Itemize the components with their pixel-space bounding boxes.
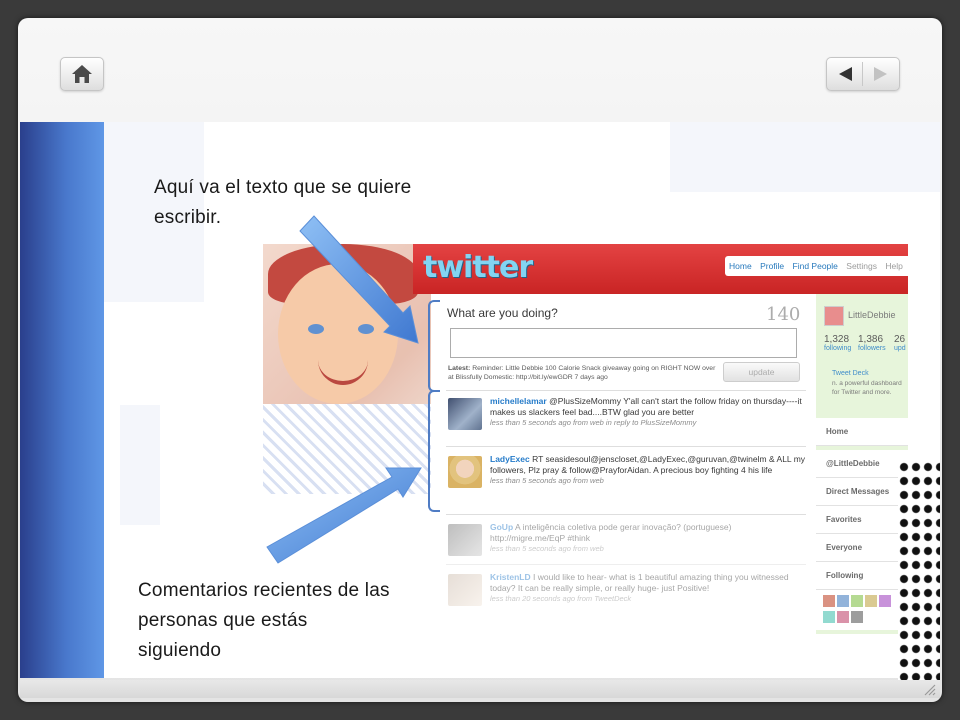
avatar[interactable] [448,524,482,556]
sidebar-nav-direct-messages[interactable]: Direct Messages [816,478,908,506]
input-bracket [428,300,440,392]
callout-bottom-line: Comentarios recientes de las [138,580,390,601]
tweet-user[interactable]: michellelamar [490,396,547,406]
home-icon [72,65,92,83]
status-input[interactable] [450,328,797,358]
sidebar-nav-everyone[interactable]: Everyone [816,534,908,562]
sidebar-nav-following[interactable]: Following [816,562,908,590]
tweet-user[interactable]: LadyExec [490,454,530,464]
sidebar-nav-mentions[interactable]: @LittleDebbie [816,450,908,478]
tweet-user[interactable]: KristenLD [490,572,531,582]
nav-find-people[interactable]: Find People [793,261,838,271]
following-count: 1,328 [824,334,850,345]
ad-text: n. a powerful dashboard for Twitter and … [832,380,902,396]
mascot-image [263,244,431,494]
latest-text: Reminder: Little Debbie 100 Calorie Snac… [448,365,716,381]
callout-top-line: Aquí va el texto que se quiere [154,177,412,198]
nav-home[interactable]: Home [729,261,752,271]
avatar[interactable] [851,595,863,607]
tweet-text: I would like to hear- what is 1 beautifu… [490,572,789,593]
decor-block [670,122,940,192]
resize-grip-icon[interactable] [922,682,936,696]
mascot-eye [308,324,324,334]
char-counter: 140 [766,304,801,325]
tweets-bracket [428,390,440,512]
tweet-text: A inteligência coletiva pode gerar inova… [490,522,732,543]
updates-stat[interactable]: 26 upd [894,334,906,352]
update-button[interactable]: update [723,362,800,382]
tweet-meta: less than 5 seconds ago from web in repl… [490,418,697,427]
sidebar-nav-favorites[interactable]: Favorites [816,506,908,534]
profile-name[interactable]: LittleDebbie [848,310,896,320]
callout-top-line: escribir. [154,207,222,228]
following-stat[interactable]: 1,328 following [824,334,851,352]
callout-bottom-line: siguiendo [138,640,222,661]
nav-arrows [826,57,900,91]
divider [446,446,806,447]
latest-label: Latest: [448,365,471,372]
followers-label: followers [858,345,886,352]
next-arrow-icon[interactable] [863,58,899,90]
following-label: following [824,345,852,352]
nav-settings[interactable]: Settings [846,261,877,271]
avatar[interactable] [879,595,891,607]
sidebar-nav-home[interactable]: Home [816,418,908,446]
nav-profile[interactable]: Profile [760,261,784,271]
avatar[interactable] [851,611,863,623]
slide-bottom-bar [20,680,940,698]
avatar[interactable] [837,595,849,607]
divider [446,514,806,515]
followers-stat[interactable]: 1,386 followers [858,334,886,352]
avatar[interactable] [448,398,482,430]
avatar[interactable] [448,456,482,488]
mascot-eye [358,324,374,334]
callout-bottom-line: personas que estás [138,610,308,631]
avatar[interactable] [448,574,482,606]
tweet-text: RT seasidesoul@jenscloset,@LadyExec,@gur… [490,454,806,475]
divider [446,390,806,391]
avatar[interactable] [837,611,849,623]
tweet-meta: less than 20 seconds ago from TweetDeck [490,594,632,603]
polka-dot-pattern [898,460,940,680]
profile-avatar[interactable] [824,306,844,326]
tweet-user[interactable]: GoUp [490,522,513,532]
status-prompt: What are you doing? [447,306,558,320]
twitter-sidebar: LittleDebbie 1,328 following 1,386 follo… [816,294,908,634]
avatar[interactable] [823,595,835,607]
decor-block [120,405,160,525]
prev-arrow-icon[interactable] [827,58,863,90]
nav-help[interactable]: Help [885,261,902,271]
updates-count: 26 [894,334,906,345]
avatar[interactable] [865,595,877,607]
home-button[interactable] [60,57,104,91]
updates-label: upd [894,345,906,352]
twitter-logo: twitter [423,250,533,285]
following-avatars [816,590,908,630]
tweet-meta: less than 5 seconds ago from web [490,544,604,553]
ad-title[interactable]: Tweet Deck [832,370,869,377]
tweet-meta: less than 5 seconds ago from web [490,476,604,485]
latest-status: Latest: Reminder: Little Debbie 100 Calo… [448,364,718,382]
divider [446,564,806,565]
mascot-collar [263,404,431,494]
callout-top: Aquí va el texto que se quiere escribir. [154,173,411,233]
callout-bottom: Comentarios recientes de las personas qu… [138,576,390,666]
followers-count: 1,386 [858,334,884,345]
timeline-panel: What are you doing? 140 Latest: Reminder… [438,294,813,634]
slide-left-bar [20,122,104,678]
twitter-nav: Home Profile Find People Settings Help [725,256,908,276]
avatar[interactable] [823,611,835,623]
